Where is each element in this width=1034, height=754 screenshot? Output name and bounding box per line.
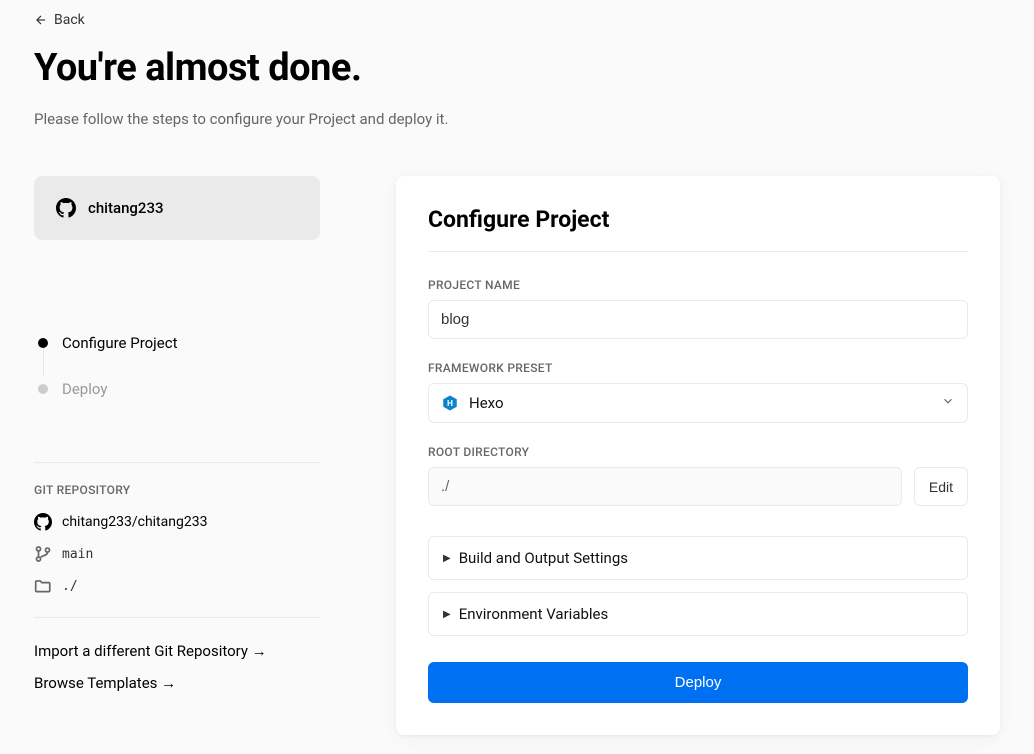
triangle-right-icon: ▶	[443, 609, 451, 620]
configure-heading: Configure Project	[428, 206, 968, 233]
repo-branch: main	[62, 547, 93, 562]
owner-card[interactable]: chitang233	[34, 176, 320, 240]
page-title: You're almost done.	[34, 46, 1000, 90]
page-subtitle: Please follow the steps to configure you…	[34, 110, 1000, 128]
git-repo-heading: GIT REPOSITORY	[34, 483, 320, 497]
step-deploy: Deploy	[34, 376, 320, 402]
repo-branch-line: main	[34, 545, 320, 563]
chevron-down-icon	[941, 394, 955, 412]
divider	[428, 251, 968, 252]
accordion-label: Environment Variables	[459, 605, 609, 623]
back-label: Back	[54, 12, 85, 28]
repo-name-line: chitang233/chitang233	[34, 513, 320, 531]
owner-name: chitang233	[88, 199, 164, 217]
back-link[interactable]: Back	[34, 12, 85, 28]
steps-list: Configure Project Deploy	[34, 330, 320, 402]
github-icon	[34, 513, 52, 531]
root-directory-label: ROOT DIRECTORY	[428, 445, 968, 459]
env-vars-accordion[interactable]: ▶ Environment Variables	[428, 592, 968, 636]
edit-root-button[interactable]: Edit	[914, 467, 968, 506]
step-dot-icon	[38, 338, 48, 348]
step-label: Configure Project	[62, 334, 177, 352]
triangle-right-icon: ▶	[443, 553, 451, 564]
step-dot-icon	[38, 384, 48, 394]
github-icon	[56, 198, 76, 218]
accordion-label: Build and Output Settings	[459, 549, 628, 567]
framework-preset-label: FRAMEWORK PRESET	[428, 361, 968, 375]
build-output-accordion[interactable]: ▶ Build and Output Settings	[428, 536, 968, 580]
repo-root: ./	[62, 579, 78, 594]
divider	[34, 617, 320, 618]
deploy-button[interactable]: Deploy	[428, 662, 968, 703]
divider	[34, 462, 320, 463]
project-name-input[interactable]	[428, 300, 968, 339]
configure-card: Configure Project PROJECT NAME FRAMEWORK…	[396, 176, 1000, 735]
root-directory-input[interactable]	[428, 467, 902, 506]
step-connector	[43, 348, 44, 376]
step-configure: Configure Project	[34, 330, 320, 356]
framework-value: Hexo	[469, 394, 504, 412]
repo-name: chitang233/chitang233	[62, 514, 207, 530]
browse-templates-link[interactable]: Browse Templates	[34, 674, 320, 692]
svg-text:H: H	[447, 399, 453, 408]
folder-icon	[34, 577, 52, 595]
repo-root-line: ./	[34, 577, 320, 595]
arrow-left-icon	[34, 13, 48, 27]
step-label: Deploy	[62, 380, 107, 398]
import-different-repo-link[interactable]: Import a different Git Repository	[34, 642, 320, 660]
git-branch-icon	[34, 545, 52, 563]
framework-preset-select[interactable]: H Hexo	[428, 383, 968, 423]
hexo-icon: H	[441, 394, 459, 412]
project-name-label: PROJECT NAME	[428, 278, 968, 292]
